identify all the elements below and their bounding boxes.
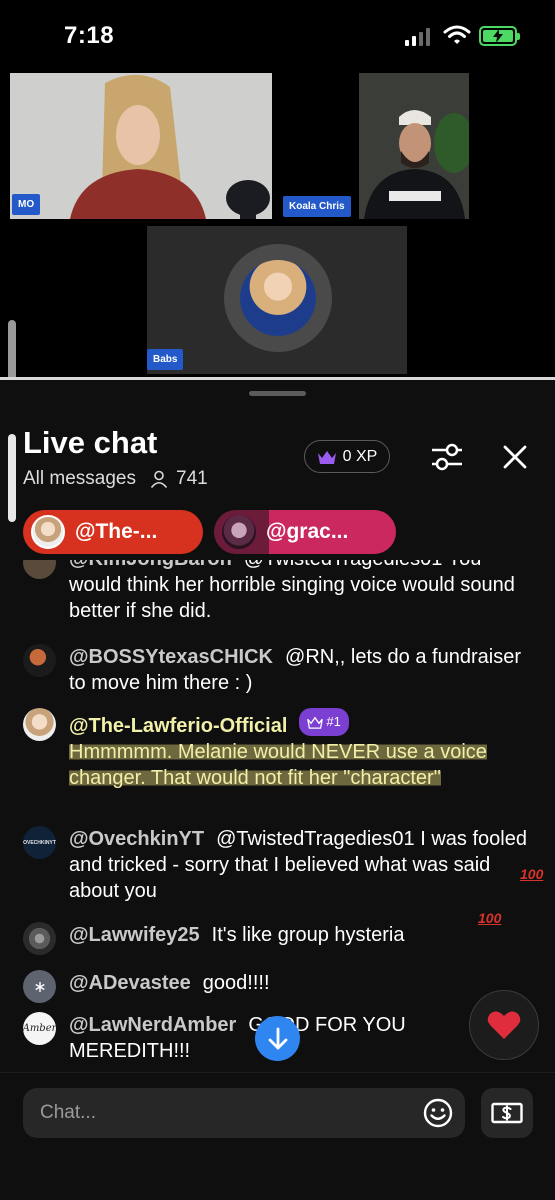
signal-icon <box>405 28 430 46</box>
video-stage: MO Koala Chris Babs <box>0 70 555 378</box>
chat-username[interactable]: @Lawwifey25 <box>69 924 200 946</box>
person-icon <box>150 470 168 488</box>
drag-handle[interactable] <box>249 391 306 396</box>
chat-message-body: @The-Lawferio-Official #1 Hmmmmm. Melanie… <box>69 708 529 791</box>
avatar <box>224 244 332 352</box>
chat-username[interactable]: @OvechkinYT <box>69 828 204 850</box>
status-bar: 7:18 <box>0 0 555 70</box>
avatar <box>23 708 56 741</box>
avatar <box>31 515 65 549</box>
participant-avatar-babs <box>240 260 316 336</box>
participant-name-tag: Babs <box>147 349 184 370</box>
avatar: OVECHKINYT <box>23 826 56 859</box>
asterisk-icon <box>34 981 45 992</box>
avatar <box>23 560 56 579</box>
chat-input[interactable]: Chat... <box>23 1088 465 1138</box>
super-chat-button[interactable] <box>481 1088 533 1138</box>
chat-composer: Chat... <box>0 1072 555 1200</box>
participant-name-tag: Koala Chris <box>283 196 351 217</box>
page-title: Live chat <box>23 425 158 460</box>
pinned-chip-label: @grac... <box>266 520 349 543</box>
viewer-count-value: 741 <box>176 468 208 489</box>
avatar-text: OVECHKINYT <box>23 839 56 846</box>
rank-badge-value: #1 <box>326 714 341 729</box>
chat-message-body: @BOSSYtexasCHICK @RN,, lets do a fundrais… <box>69 644 529 696</box>
chat-username[interactable]: @LawNerdAmber <box>69 1014 236 1036</box>
chat-scrollbar[interactable] <box>8 434 16 522</box>
video-tile-koala-chris[interactable] <box>359 73 469 219</box>
dollar-bill-icon <box>491 1102 523 1124</box>
avatar <box>23 644 56 677</box>
wifi-icon <box>443 25 471 44</box>
xp-label: 0 XP <box>342 447 378 465</box>
chat-username[interactable]: @The-Lawferio-Official <box>69 715 287 737</box>
chat-header: Live chat All messages 741 0 XP @The-...… <box>0 380 555 560</box>
arrow-down-icon <box>268 1027 287 1049</box>
chat-username[interactable]: @KimJongBaron <box>69 560 232 570</box>
participant-name-tag: MO <box>12 194 41 215</box>
avatar <box>23 922 56 955</box>
rank-badge: #1 <box>299 708 349 736</box>
chat-message-text: good!!!! <box>202 972 270 994</box>
crown-icon <box>317 450 336 464</box>
heart-reaction-button[interactable] <box>469 990 539 1060</box>
avatar <box>23 970 56 1003</box>
filter-sliders-icon[interactable] <box>430 442 464 472</box>
pinned-chip-label: @The-... <box>75 520 158 543</box>
chat-subtitle: All messages 741 <box>23 468 208 490</box>
scroll-to-bottom-button[interactable] <box>255 1016 300 1061</box>
chat-input-placeholder: Chat... <box>40 1102 96 1123</box>
pinned-chip[interactable]: @grac... <box>214 510 396 554</box>
chat-message-text: It's like group hysteria <box>211 924 405 946</box>
video-tile-babs[interactable]: Babs <box>147 226 407 374</box>
participant-video-koala-chris <box>359 73 469 219</box>
avatar: Amber <box>23 1012 56 1045</box>
avatar-text: Amber <box>22 1023 57 1034</box>
chat-message-body: @ADevastee good!!!! <box>69 970 529 996</box>
chat-message-body: @KimJongBaron@TwistedTragedies01 You wou… <box>69 560 529 624</box>
chat-username[interactable]: @BOSSYtexasCHICK <box>69 646 273 668</box>
chat-message-body: @OvechkinYT @TwistedTragedies01 I was foo… <box>69 826 529 904</box>
chat-username[interactable]: @ADevastee <box>69 972 191 994</box>
battery-charging-icon <box>479 26 520 46</box>
heart-icon <box>487 1011 521 1039</box>
hundred-emoji: 100 <box>478 910 502 926</box>
pinned-chip[interactable]: @The-... <box>23 510 203 554</box>
emoji-icon[interactable] <box>423 1098 453 1128</box>
viewer-count: 741 <box>150 468 208 490</box>
status-time: 7:18 <box>64 22 115 49</box>
video-tile-mo[interactable]: MO <box>10 73 272 219</box>
chat-message-text: Hmmmmm. Melanie would NEVER use a voice … <box>69 740 487 789</box>
xp-button[interactable]: 0 XP <box>304 440 390 473</box>
chat-message-list[interactable]: @KimJongBaron@TwistedTragedies01 You wou… <box>0 560 555 1072</box>
filter-dropdown[interactable]: All messages <box>23 468 136 490</box>
close-icon[interactable] <box>502 444 528 470</box>
crown-icon <box>307 716 324 729</box>
hundred-emoji: 100 <box>520 866 544 882</box>
avatar <box>222 515 256 549</box>
chat-message-body: @Lawwifey25 It's like group hysteria <box>69 922 529 948</box>
participant-video-mo <box>10 73 272 219</box>
